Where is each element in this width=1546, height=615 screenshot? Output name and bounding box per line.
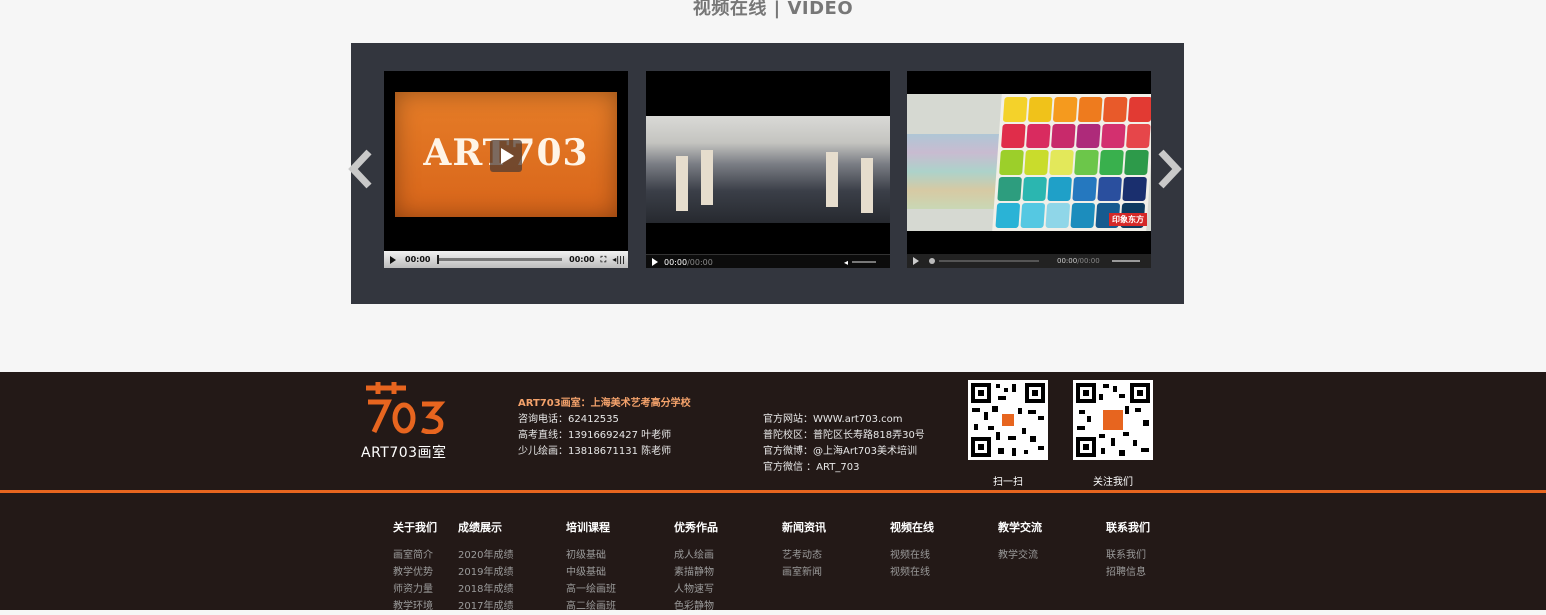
- footer-nav: 关于我们 画室简介 教学优势 师资力量 教学环境 成绩展示 2020年成绩 20…: [0, 493, 1546, 612]
- nav-column-works: 优秀作品 成人绘画 素描静物 人物速写 色彩静物: [674, 519, 718, 615]
- carousel-next-arrow-icon[interactable]: [1155, 149, 1183, 189]
- nav-column-results: 成绩展示 2020年成绩 2019年成绩 2018年成绩 2017年成绩: [458, 519, 513, 615]
- thumbnail-detail: [701, 150, 713, 205]
- contact-block: ART703画室：上海美术艺考高分学校 咨询电话：62412535 高考直线：1…: [518, 396, 691, 460]
- official-block: 官方网站：WWW.art703.com 普陀校区：普陀区长寿路818弄30号 官…: [763, 412, 925, 476]
- section-title: 视频在线 | VIDEO: [692, 0, 854, 19]
- nav-link[interactable]: 2017年成绩: [458, 598, 513, 615]
- nav-link[interactable]: 师资力量: [393, 581, 437, 598]
- nav-link[interactable]: 成人绘画: [674, 547, 718, 564]
- time-total: /00:00: [687, 257, 713, 267]
- art703-logo-icon: [366, 382, 446, 434]
- nav-link[interactable]: 联系我们: [1106, 547, 1150, 564]
- paint-palette: [992, 94, 1151, 231]
- nav-link[interactable]: 高一绘画班: [566, 581, 616, 598]
- school-title: ART703画室：上海美术艺考高分学校: [518, 398, 691, 409]
- nav-column-exchange: 教学交流 教学交流: [998, 519, 1042, 564]
- nav-link[interactable]: 素描静物: [674, 564, 718, 581]
- nav-heading[interactable]: 培训课程: [566, 519, 616, 535]
- nav-link[interactable]: 视频在线: [890, 564, 934, 581]
- nav-link[interactable]: 教学交流: [998, 547, 1042, 564]
- qr2-label: 关注我们: [1093, 477, 1133, 488]
- time-current: 00:00: [664, 257, 688, 267]
- thumbnail-detail: [826, 152, 838, 207]
- play-icon[interactable]: [913, 257, 919, 265]
- volume-slider[interactable]: [852, 261, 876, 263]
- nav-heading[interactable]: 关于我们: [393, 519, 437, 535]
- nav-heading[interactable]: 联系我们: [1106, 519, 1150, 535]
- fullscreen-icon[interactable]: ⛶: [601, 255, 607, 265]
- video-thumbnail: ART703: [395, 92, 617, 217]
- nav-column-courses: 培训课程 初级基础 中级基础 高一绘画班 高二绘画班: [566, 519, 616, 615]
- video-player-3[interactable]: 印象东方 00:00 /00:00: [907, 71, 1151, 268]
- nav-link[interactable]: 人物速写: [674, 581, 718, 598]
- progress-handle[interactable]: [929, 258, 935, 264]
- footer-brand-name: ART703画室: [361, 445, 447, 461]
- qr-code-scan-icon: [968, 380, 1048, 460]
- progress-bar[interactable]: [939, 260, 1039, 262]
- thumbnail-detail: [676, 156, 688, 211]
- volume-slider[interactable]: [1111, 260, 1140, 262]
- footer-info: ART703画室 ART703画室：上海美术艺考高分学校 咨询电话：624125…: [0, 372, 1546, 490]
- weibo-line[interactable]: 官方微博：@上海Art703美术培训: [763, 444, 925, 460]
- kids-line: 少儿绘画：13818671131 陈老师: [518, 446, 672, 457]
- video-controls: 00:00 /00:00 ◂: [646, 254, 890, 268]
- nav-link[interactable]: 2019年成绩: [458, 564, 513, 581]
- video-player-2[interactable]: 00:00 /00:00 ◂: [646, 71, 890, 268]
- volume-icon[interactable]: ◂: [844, 258, 848, 267]
- website-line[interactable]: 官方网站：WWW.art703.com: [763, 412, 925, 428]
- video-thumbnail: [646, 116, 890, 223]
- nav-heading[interactable]: 教学交流: [998, 519, 1042, 535]
- carousel-prev-arrow-icon[interactable]: [347, 149, 375, 189]
- thumbnail-detail: [861, 158, 873, 213]
- video-controls: 00:00 00:00 ⛶ ◂|||: [384, 251, 628, 268]
- volume-icon[interactable]: ◂|||: [612, 255, 625, 264]
- nav-link[interactable]: 教学环境: [393, 598, 437, 615]
- nav-column-news: 新闻资讯 艺考动态 画室新闻: [782, 519, 826, 581]
- nav-link[interactable]: 招聘信息: [1106, 564, 1150, 581]
- progress-bar[interactable]: [437, 255, 563, 264]
- video-brand-badge: 印象东方: [1109, 213, 1147, 226]
- nav-column-video: 视频在线 视频在线 视频在线: [890, 519, 934, 581]
- nav-heading[interactable]: 视频在线: [890, 519, 934, 535]
- nav-link[interactable]: 色彩静物: [674, 598, 718, 615]
- video-carousel: ART703 00:00 00:00 ⛶ ◂||| 00:00 /00:00 ◂: [348, 43, 1184, 304]
- time-current: 00:00: [405, 255, 431, 264]
- qr1-label: 扫一扫: [993, 477, 1023, 488]
- nav-link[interactable]: 2018年成绩: [458, 581, 513, 598]
- play-icon[interactable]: [652, 258, 658, 266]
- nav-link[interactable]: 艺考动态: [782, 547, 826, 564]
- time-current: 00:00: [1057, 257, 1078, 265]
- gaokao-line: 高考直线：13916692427 叶老师: [518, 430, 672, 441]
- nav-link[interactable]: 视频在线: [890, 547, 934, 564]
- nav-heading[interactable]: 成绩展示: [458, 519, 513, 535]
- phone-line: 咨询电话：62412535: [518, 414, 619, 425]
- wechat-line: 官方微信 ：ART_703: [763, 462, 860, 473]
- nav-link[interactable]: 2020年成绩: [458, 547, 513, 564]
- nav-column-about: 关于我们 画室简介 教学优势 师资力量 教学环境: [393, 519, 437, 615]
- time-total: /00:00: [1077, 257, 1100, 265]
- video-thumbnail: 印象东方: [907, 94, 1151, 231]
- video-player-1[interactable]: ART703 00:00 00:00 ⛶ ◂|||: [384, 71, 628, 268]
- nav-link[interactable]: 画室简介: [393, 547, 437, 564]
- nav-heading[interactable]: 新闻资讯: [782, 519, 826, 535]
- qr-code-follow-icon: [1073, 380, 1153, 460]
- campus-line: 普陀校区：普陀区长寿路818弄30号: [763, 430, 925, 441]
- nav-link[interactable]: 中级基础: [566, 564, 616, 581]
- time-total: 00:00: [569, 255, 595, 264]
- play-overlay-icon[interactable]: [490, 140, 522, 172]
- nav-heading[interactable]: 优秀作品: [674, 519, 718, 535]
- nav-link[interactable]: 画室新闻: [782, 564, 826, 581]
- nav-link[interactable]: 高二绘画班: [566, 598, 616, 615]
- nav-column-contact: 联系我们 联系我们 招聘信息: [1106, 519, 1150, 581]
- nav-link[interactable]: 初级基础: [566, 547, 616, 564]
- play-icon[interactable]: [390, 255, 396, 264]
- video-controls: 00:00 /00:00: [907, 254, 1151, 268]
- nav-link[interactable]: 教学优势: [393, 564, 437, 581]
